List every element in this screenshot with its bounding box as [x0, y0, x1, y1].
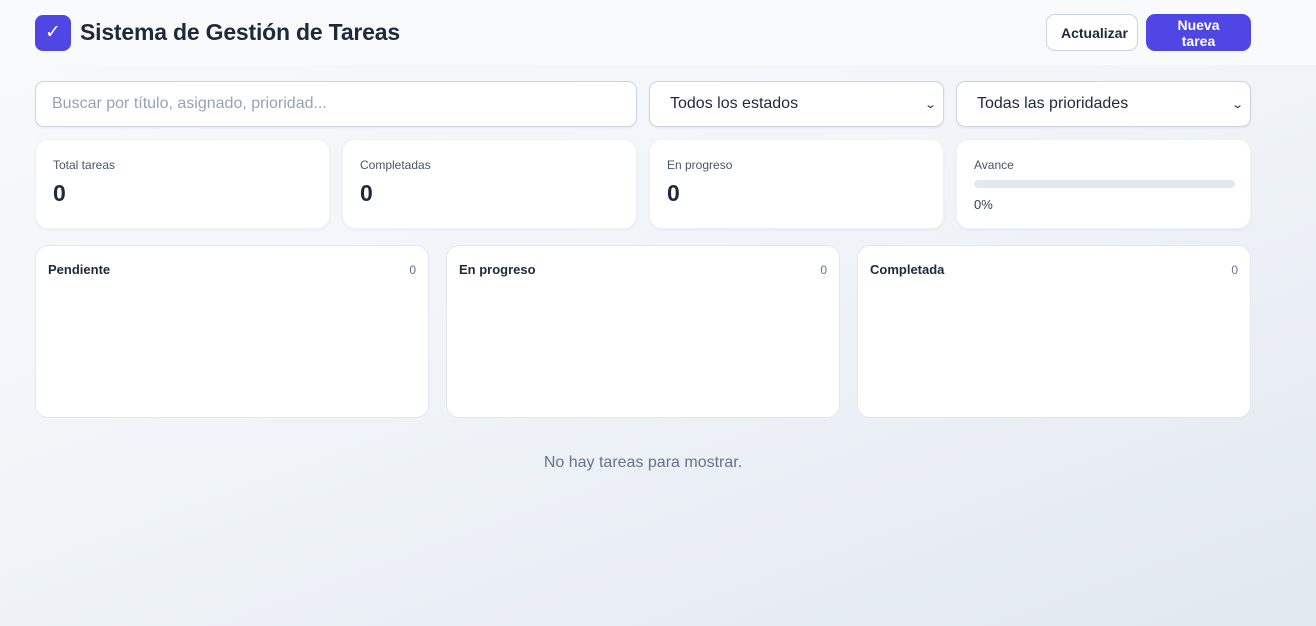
- stat-value: 0: [53, 180, 66, 206]
- column-header: En progreso 0: [459, 262, 827, 277]
- stat-value: 0: [667, 180, 680, 206]
- refresh-button[interactable]: Actualizar: [1046, 14, 1138, 51]
- stat-label: Completadas: [360, 158, 431, 172]
- app-header: ✓ Sistema de Gestión de Tareas Actualiza…: [0, 0, 1316, 65]
- column-title: Pendiente: [48, 262, 111, 277]
- search-input[interactable]: [35, 81, 637, 127]
- kanban-board: Pendiente 0 En progreso 0 Completada 0: [35, 245, 1251, 418]
- priority-filter-value: Todas las prioridades: [977, 95, 1129, 112]
- stat-card-progress: Avance 0%: [956, 139, 1251, 229]
- progress-percentage: 0%: [974, 197, 993, 212]
- column-count: 0: [409, 262, 416, 277]
- column-count: 0: [820, 262, 827, 277]
- chevron-down-icon: ⌄: [923, 98, 937, 111]
- chevron-down-icon: ⌄: [1230, 98, 1244, 111]
- stat-label: Avance: [974, 158, 1014, 172]
- column-pending: Pendiente 0: [35, 245, 429, 418]
- new-task-button[interactable]: Nueva tarea: [1146, 14, 1251, 51]
- column-header: Pendiente 0: [48, 262, 416, 277]
- empty-state-message: No hay tareas para mostrar.: [543, 454, 743, 471]
- stat-card-in-progress: En progreso 0: [649, 139, 944, 229]
- column-title: Completada: [870, 262, 945, 277]
- column-header: Completada 0: [870, 262, 1238, 277]
- column-completed: Completada 0: [857, 245, 1251, 418]
- stat-label: Total tareas: [53, 158, 116, 172]
- app-title: Sistema de Gestión de Tareas: [80, 19, 400, 45]
- priority-filter-select[interactable]: Todas las prioridades ⌄: [956, 81, 1251, 127]
- brand: ✓ Sistema de Gestión de Tareas: [35, 14, 400, 51]
- status-filter-select[interactable]: Todos los estados ⌄: [649, 81, 944, 127]
- column-title: En progreso: [459, 262, 536, 277]
- stat-card-completed: Completadas 0: [342, 139, 637, 229]
- column-in-progress: En progreso 0: [446, 245, 840, 418]
- progress-bar: [974, 180, 1235, 188]
- header-actions: Actualizar Nueva tarea: [1046, 14, 1251, 51]
- status-filter-value: Todos los estados: [670, 95, 799, 112]
- column-count: 0: [1231, 262, 1238, 277]
- stat-value: 0: [360, 180, 373, 206]
- stat-label: En progreso: [667, 158, 733, 172]
- filter-bar: Todos los estados ⌄ Todas las prioridade…: [35, 81, 1251, 127]
- checkmark-logo-icon: ✓: [35, 14, 71, 51]
- stats-row: Total tareas 0 Completadas 0 En progreso…: [35, 139, 1251, 229]
- stat-card-total: Total tareas 0: [35, 139, 330, 229]
